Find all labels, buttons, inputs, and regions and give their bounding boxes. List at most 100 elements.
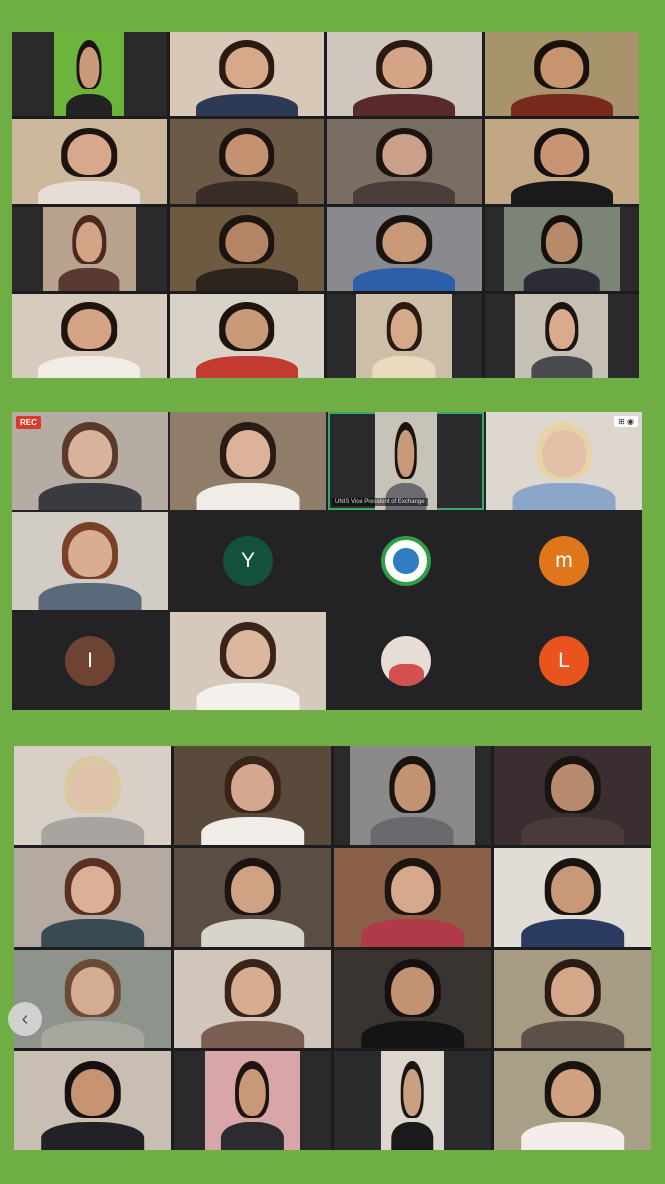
chevron-left-icon: ‹ — [21, 1007, 29, 1030]
participant-video-tile[interactable]: ⊞ ◉ — [486, 412, 642, 510]
camera-off-tile[interactable]: m — [486, 512, 642, 610]
participant-video-tile[interactable] — [334, 1051, 491, 1150]
camera-off-tile[interactable] — [328, 512, 484, 610]
participant-video-tile[interactable] — [169, 32, 325, 117]
participant-figure — [14, 848, 171, 947]
participant-figure — [12, 512, 168, 610]
camera-off-tile[interactable]: Y — [170, 512, 326, 610]
participant-video-tile[interactable] — [494, 847, 651, 947]
participant-video-tile[interactable] — [14, 949, 171, 1049]
participant-video-tile[interactable] — [494, 1051, 651, 1150]
participant-figure — [14, 1051, 171, 1150]
profile-photo — [388, 663, 424, 686]
camera-off-tile[interactable] — [328, 612, 484, 710]
participant-figure — [485, 32, 640, 117]
video-grid-panel-1 — [12, 32, 639, 378]
participant-figure — [170, 32, 325, 117]
participant-video-tile[interactable] — [12, 293, 167, 378]
participant-video-tile[interactable] — [327, 119, 482, 204]
participant-video-tile[interactable] — [14, 847, 171, 947]
video-frame — [42, 206, 136, 291]
profile-photo-avatar — [381, 636, 431, 686]
participant-video-tile[interactable] — [14, 1051, 171, 1150]
participant-figure — [170, 412, 326, 510]
participant-video-tile[interactable] — [174, 746, 331, 845]
participant-video-tile[interactable] — [494, 949, 651, 1049]
video-frame — [205, 1051, 300, 1150]
participant-video-tile[interactable]: REC — [12, 412, 168, 510]
participant-video-tile[interactable] — [327, 32, 482, 117]
participant-video-tile[interactable] — [484, 206, 639, 291]
recording-badge: REC — [16, 416, 41, 429]
participant-figure — [515, 294, 608, 378]
participant-video-tile[interactable] — [494, 746, 651, 845]
participant-video-tile[interactable] — [12, 119, 167, 204]
video-grid-panel-3 — [14, 746, 651, 1150]
camera-off-tile[interactable]: L — [486, 612, 642, 710]
participant-video-tile[interactable] — [484, 293, 639, 378]
participant-video-tile[interactable] — [170, 612, 326, 710]
participant-video-tile[interactable] — [169, 293, 324, 378]
participant-figure — [381, 1051, 444, 1150]
participant-video-tile[interactable] — [174, 1051, 331, 1150]
logo-emblem — [393, 548, 419, 574]
participant-figure — [334, 848, 491, 947]
organization-logo-avatar — [381, 536, 431, 586]
participant-video-tile[interactable] — [12, 512, 168, 610]
video-frame — [515, 293, 609, 378]
participant-figure — [327, 119, 482, 204]
video-frame — [349, 746, 476, 845]
participant-figure — [494, 746, 651, 845]
participant-figure — [12, 119, 167, 204]
video-grid-panel-2: REC UNIS Vice President of Exchange ⊞ ◉ Ym I… — [12, 412, 642, 710]
participant-video-tile[interactable] — [334, 949, 491, 1049]
participant-figure — [350, 746, 476, 845]
participant-figure — [485, 119, 640, 204]
participant-figure — [356, 294, 452, 378]
participant-video-tile[interactable] — [334, 847, 491, 947]
participant-figure — [170, 612, 326, 710]
participant-figure — [494, 950, 651, 1049]
participant-video-tile[interactable] — [12, 206, 167, 291]
participant-initial-avatar: L — [539, 636, 589, 686]
participant-video-tile[interactable] — [174, 949, 331, 1049]
participant-figure — [12, 294, 167, 378]
participant-figure — [14, 950, 171, 1049]
participant-figure — [174, 950, 331, 1049]
participant-figure — [327, 32, 482, 117]
participant-figure — [327, 207, 482, 291]
participant-figure — [14, 746, 171, 845]
video-frame — [356, 293, 453, 378]
view-controls[interactable]: ⊞ ◉ — [614, 416, 638, 427]
camera-off-tile[interactable]: I — [12, 612, 168, 710]
participant-figure — [43, 207, 136, 291]
participant-video-tile[interactable] — [174, 847, 331, 947]
participant-figure — [174, 746, 331, 845]
video-frame — [381, 1051, 444, 1150]
participant-figure — [494, 848, 651, 947]
video-frame — [503, 206, 620, 291]
participant-video-tile[interactable] — [334, 746, 491, 845]
participant-video-tile[interactable] — [484, 32, 640, 117]
video-frame — [54, 32, 124, 117]
participant-figure — [375, 412, 437, 510]
participant-video-tile[interactable] — [169, 206, 325, 291]
participant-video-tile[interactable] — [327, 206, 482, 291]
participant-figure — [205, 1051, 299, 1150]
previous-page-button[interactable]: ‹ — [8, 1002, 42, 1036]
participant-initial-avatar: I — [65, 636, 115, 686]
participant-video-tile[interactable] — [14, 746, 171, 845]
active-speaker-tile[interactable]: UNIS Vice President of Exchange — [328, 412, 484, 510]
participant-figure — [334, 950, 491, 1049]
participant-grid — [12, 32, 639, 378]
participant-video-tile[interactable] — [484, 119, 640, 204]
participant-name-label: UNIS Vice President of Exchange — [332, 498, 428, 506]
participant-video-tile[interactable] — [169, 119, 324, 204]
participant-video-tile[interactable] — [170, 412, 326, 510]
participant-video-tile[interactable] — [12, 32, 167, 117]
participant-figure — [170, 207, 325, 291]
participant-grid — [14, 746, 651, 1150]
participant-initial-avatar: Y — [223, 536, 273, 586]
participant-figure — [504, 207, 620, 291]
participant-video-tile[interactable] — [327, 293, 482, 378]
